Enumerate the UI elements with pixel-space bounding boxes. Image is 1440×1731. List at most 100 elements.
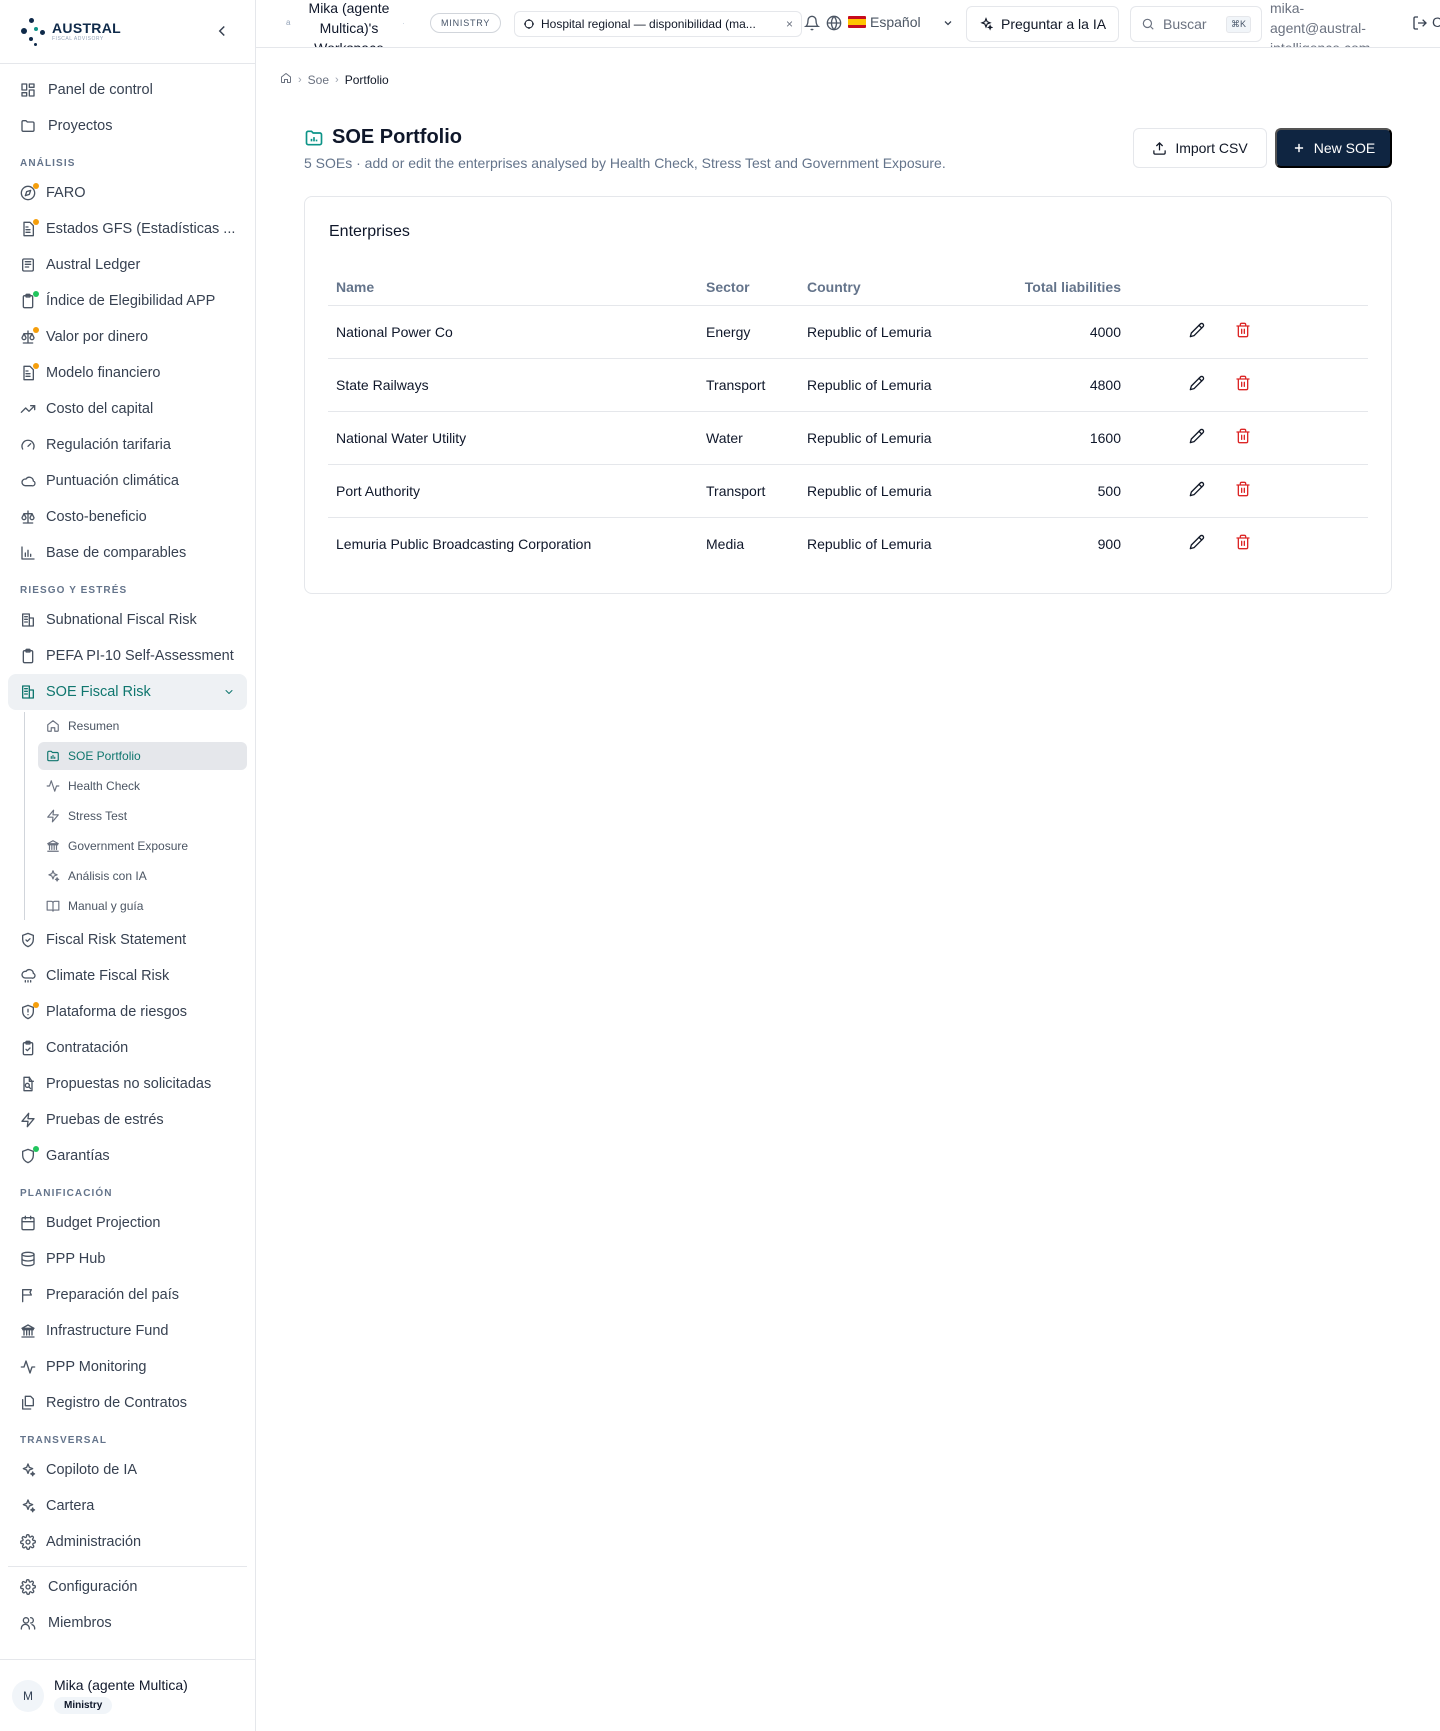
sidebar: AUSTRAL FISCAL ADVISORY Panel de control… <box>0 0 256 1731</box>
brand: AUSTRAL FISCAL ADVISORY <box>0 0 255 64</box>
sidebar-item-indice-de-elegibilidad-app[interactable]: Índice de Elegibilidad APP <box>8 283 247 319</box>
sidebar-item-climate-fiscal-risk[interactable]: Climate Fiscal Risk <box>8 958 247 994</box>
search-label: Buscar <box>1163 16 1207 32</box>
new-soe-button[interactable]: New SOE <box>1275 128 1392 168</box>
trend-up-icon <box>20 401 36 417</box>
language-select[interactable]: Español <box>848 14 921 30</box>
status-dot <box>33 363 39 369</box>
subnav-item-government-exposure[interactable]: Government Exposure <box>38 832 247 860</box>
edit-pencil-icon[interactable] <box>1189 534 1205 550</box>
delete-trash-icon[interactable] <box>1235 428 1251 444</box>
sidebar-item-estados-gfs-estadisticas[interactable]: Estados GFS (Estadísticas ... <box>8 211 247 247</box>
chevron-down-icon[interactable] <box>223 686 235 698</box>
gear-icon <box>20 1534 36 1550</box>
sidebar-item-configuracion[interactable]: Configuración <box>8 1569 247 1605</box>
subnav-item-manual-y-guia[interactable]: Manual y guía <box>38 892 247 920</box>
sidebar-item-soe-fiscal-risk[interactable]: SOE Fiscal Risk <box>8 674 247 710</box>
import-csv-button[interactable]: Import CSV <box>1133 128 1267 168</box>
enterprises-table: Name Sector Country Total liabilities Na… <box>328 269 1368 570</box>
sidebar-item-costo-beneficio[interactable]: Costo-beneficio <box>8 499 247 535</box>
sidebar-item-label: Cartera <box>46 1498 95 1514</box>
sidebar-item-budget-projection[interactable]: Budget Projection <box>8 1205 247 1241</box>
sidebar-item-fiscal-risk-statement[interactable]: Fiscal Risk Statement <box>8 922 247 958</box>
delete-trash-icon[interactable] <box>1235 322 1251 338</box>
card-title: Enterprises <box>329 223 410 240</box>
edit-pencil-icon[interactable] <box>1189 428 1205 444</box>
sidebar-item-preparacion-del-pais[interactable]: Preparación del país <box>8 1277 247 1313</box>
logout-icon[interactable] <box>1412 15 1428 31</box>
user-profile[interactable]: M Mika (agente Multica) Ministry <box>0 1659 255 1731</box>
sidebar-item-modelo-financiero[interactable]: Modelo financiero <box>8 355 247 391</box>
subnav-item-stress-test[interactable]: Stress Test <box>38 802 247 830</box>
sidebar-item-faro[interactable]: FARO <box>8 175 247 211</box>
sidebar-item-copiloto-de-ia[interactable]: Copiloto de IA <box>8 1452 247 1488</box>
sparkles-icon <box>980 17 993 31</box>
sparkles-icon <box>46 869 60 883</box>
table-row[interactable]: State Railways Transport Republic of Lemur… <box>328 358 1368 412</box>
subnav-item-health-check[interactable]: Health Check <box>38 772 247 800</box>
sidebar-item-ppp-hub[interactable]: PPP Hub <box>8 1241 247 1277</box>
close-icon[interactable]: × <box>786 17 793 31</box>
subnav-item-resumen[interactable]: Resumen <box>38 712 247 740</box>
sidebar-item-valor-por-dinero[interactable]: Valor por dinero <box>8 319 247 355</box>
sidebar-item-cartera[interactable]: Cartera <box>8 1488 247 1524</box>
delete-trash-icon[interactable] <box>1235 534 1251 550</box>
sidebar-item-garantias[interactable]: Garantías <box>8 1138 247 1174</box>
sidebar-item-plataforma-de-riesgos[interactable]: Plataforma de riesgos <box>8 994 247 1030</box>
edit-pencil-icon[interactable] <box>1189 375 1205 391</box>
table-row[interactable]: Lemuria Public Broadcasting Corporation M… <box>328 517 1368 570</box>
sidebar-item-pefa-pi-10-self-assessment[interactable]: PEFA PI-10 Self-Assessment <box>8 638 247 674</box>
sidebar-item-contratacion[interactable]: Contratación <box>8 1030 247 1066</box>
sidebar-item-propuestas-no-solicitadas[interactable]: Propuestas no solicitadas <box>8 1066 247 1102</box>
home-icon[interactable] <box>280 72 292 87</box>
logout-label[interactable]: C <box>1432 14 1440 30</box>
ask-ai-button[interactable]: Preguntar a la IA <box>966 6 1120 42</box>
gear-icon <box>20 1579 36 1595</box>
sidebar-item-ppp-monitoring[interactable]: PPP Monitoring <box>8 1349 247 1385</box>
breadcrumb-section[interactable]: Soe <box>308 73 329 87</box>
globe-icon[interactable] <box>826 15 842 31</box>
workspace-switcher[interactable]: Mika (agente Multica)'s Workspace <box>300 0 398 47</box>
table-row[interactable]: Port Authority Transport Republic of Lemur… <box>328 464 1368 518</box>
sidebar-item-infrastructure-fund[interactable]: Infrastructure Fund <box>8 1313 247 1349</box>
sidebar-item-regulacion-tarifaria[interactable]: Regulación tarifaria <box>8 427 247 463</box>
sidebar-item-proyectos[interactable]: Proyectos <box>8 108 247 144</box>
sidebar-item-base-de-comparables[interactable]: Base de comparables <box>8 535 247 571</box>
sidebar-item-label: Fiscal Risk Statement <box>46 932 187 948</box>
column-header-sector[interactable]: Sector <box>698 269 799 306</box>
table-header-row: Name Sector Country Total liabilities <box>328 269 1368 306</box>
table-row[interactable]: National Water Utility Water Republic of L… <box>328 411 1368 465</box>
active-project-chip[interactable]: Hospital regional — disponibilidad (ma..… <box>514 11 802 37</box>
table-row[interactable]: National Power Co Energy Republic of Lemur… <box>328 305 1368 359</box>
edit-pencil-icon[interactable] <box>1189 322 1205 338</box>
sidebar-item-label: Puntuación climática <box>46 473 179 489</box>
report-icon <box>20 219 39 237</box>
delete-trash-icon[interactable] <box>1235 375 1251 391</box>
sidebar-item-panel-de-control[interactable]: Panel de control <box>8 72 247 108</box>
chevron-down-icon[interactable] <box>942 17 954 29</box>
sidebar-item-administracion[interactable]: Administración <box>8 1524 247 1560</box>
sidebar-item-subnational-fiscal-risk[interactable]: Subnational Fiscal Risk <box>8 602 247 638</box>
sidebar-item-miembros[interactable]: Miembros <box>8 1605 247 1641</box>
delete-trash-icon[interactable] <box>1235 481 1251 497</box>
sidebar-item-puntuacion-climatica[interactable]: Puntuación climática <box>8 463 247 499</box>
sidebar-item-costo-del-capital[interactable]: Costo del capital <box>8 391 247 427</box>
sidebar-item-austral-ledger[interactable]: Austral Ledger <box>8 247 247 283</box>
column-header-name[interactable]: Name <box>328 269 698 306</box>
sidebar-item-pruebas-de-estres[interactable]: Pruebas de estrés <box>8 1102 247 1138</box>
subnav-item-analisis-con-ia[interactable]: Análisis con IA <box>38 862 247 890</box>
sidebar-item-label: Propuestas no solicitadas <box>46 1076 212 1092</box>
flag-icon <box>20 1287 36 1303</box>
search-button[interactable]: Buscar ⌘K <box>1130 6 1262 42</box>
sidebar-item-registro-de-contratos[interactable]: Registro de Contratos <box>8 1385 247 1421</box>
logo-wordmark: AUSTRAL FISCAL ADVISORY <box>52 21 121 42</box>
column-header-country[interactable]: Country <box>799 269 959 306</box>
bell-icon[interactable] <box>804 15 820 31</box>
users-icon <box>20 1615 36 1631</box>
edit-pencil-icon[interactable] <box>1189 481 1205 497</box>
collapse-sidebar-icon[interactable] <box>213 22 231 40</box>
soe-subnav: Resumen SOE Portfolio Health Check Stress T… <box>24 712 247 920</box>
enterprises-card: Enterprises Name Sector Country Total li… <box>304 196 1392 594</box>
column-header-liabilities[interactable]: Total liabilities <box>959 269 1129 306</box>
subnav-item-soe-portfolio[interactable]: SOE Portfolio <box>38 742 247 770</box>
